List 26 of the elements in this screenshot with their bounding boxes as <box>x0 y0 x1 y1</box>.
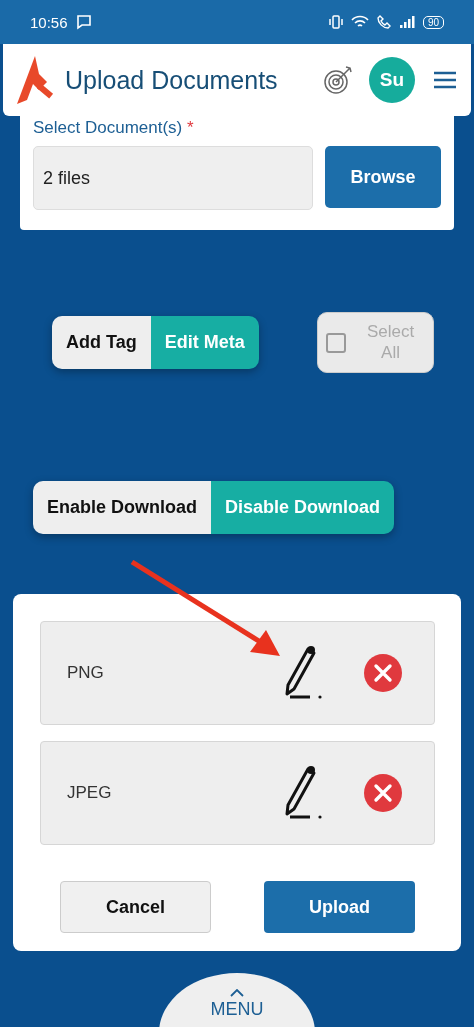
toggle-option[interactable]: Edit Meta <box>150 316 259 369</box>
toggle-option[interactable]: Add Tag <box>52 316 151 369</box>
upload-button[interactable]: Upload <box>264 881 415 933</box>
menu-icon[interactable] <box>433 71 457 89</box>
menu-button[interactable]: MENU <box>159 973 315 1027</box>
target-icon[interactable] <box>323 65 353 95</box>
clock-time: 10:56 <box>30 13 68 31</box>
message-icon <box>75 14 92 30</box>
vibrate-icon <box>328 15 343 29</box>
user-avatar[interactable]: Su <box>369 57 415 103</box>
remove-icon[interactable] <box>364 774 402 812</box>
field-label: Select Document(s) * <box>33 118 195 139</box>
caret-icon <box>230 989 244 997</box>
remove-icon[interactable] <box>364 654 402 692</box>
signal-icon <box>398 15 415 29</box>
toggle-option[interactable]: Enable Download <box>33 481 211 534</box>
file-type: JPEG <box>67 783 113 803</box>
call-icon <box>376 15 391 29</box>
browse-button[interactable]: Browse <box>325 146 441 208</box>
cancel-button[interactable]: Cancel <box>60 881 211 933</box>
toggle-option[interactable]: Disable Download <box>211 481 395 534</box>
file-field[interactable]: 2 files <box>33 146 313 210</box>
page-title: Upload Documents <box>65 65 279 95</box>
wifi-icon <box>350 15 369 29</box>
file-type: PNG <box>67 663 105 683</box>
battery-level: 90 <box>422 15 444 29</box>
